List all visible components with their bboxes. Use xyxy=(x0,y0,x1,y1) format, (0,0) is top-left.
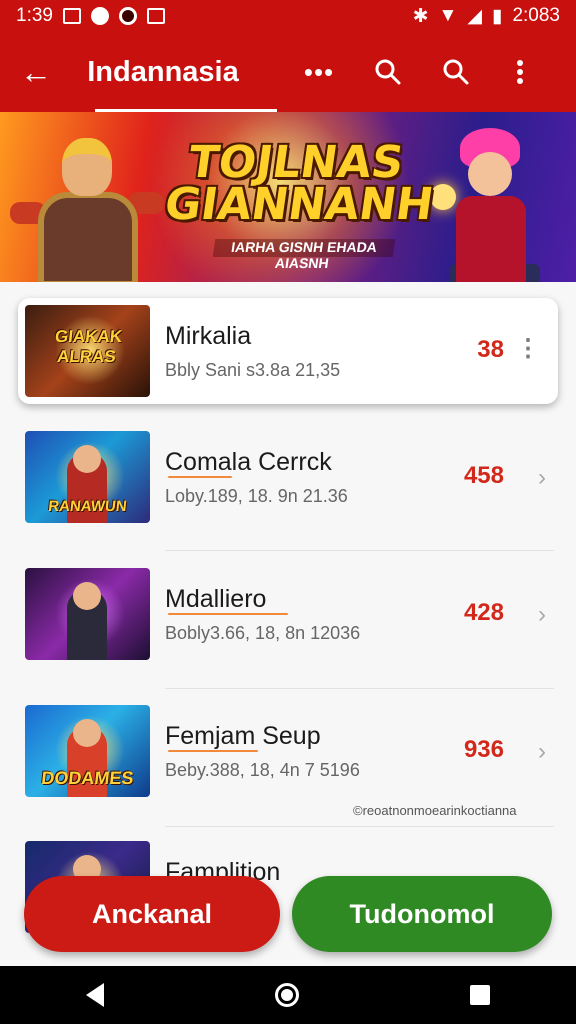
game-meta: Bobly3.66, 18, 8n 12036 xyxy=(165,623,361,643)
thumb-figure-head xyxy=(73,719,101,747)
thumbnail-label: DODAMES xyxy=(40,768,135,788)
game-name: Mdalliero xyxy=(165,585,267,613)
chevron-right-icon[interactable]: › xyxy=(538,464,546,492)
game-score: 936 xyxy=(463,736,504,763)
list-item[interactable]: RANAWUN Comala Cerrck Loby.189, 18. 9n 2… xyxy=(18,424,558,534)
banner-hero-right xyxy=(430,124,570,282)
primary-action-button[interactable]: Anckanal xyxy=(24,876,280,952)
nav-back-icon[interactable] xyxy=(85,983,104,1007)
watermark-text: ©reoatnonmoearinkoctianna xyxy=(353,803,517,818)
game-score: 428 xyxy=(463,599,504,626)
name-underline-decoration xyxy=(168,613,288,615)
thumb-figure-head xyxy=(73,582,101,610)
game-name: Comala Cerrck xyxy=(165,448,332,476)
game-score: 458 xyxy=(463,462,504,489)
back-button[interactable]: ← xyxy=(0,32,72,112)
hero-body xyxy=(38,192,138,282)
thumbnail-label: RANAWUN xyxy=(47,498,128,515)
nav-recents-icon[interactable] xyxy=(470,985,491,1005)
game-meta: Bbly Sani s3.8a 21,35 xyxy=(165,360,341,380)
secondary-action-label: Tudonomol xyxy=(349,898,495,929)
game-name: Femjam Seup xyxy=(165,722,321,750)
record-notification-icon xyxy=(118,7,137,25)
back-arrow-icon: ← xyxy=(20,53,52,90)
chevron-right-icon[interactable]: › xyxy=(538,601,546,629)
primary-action-label: Anckanal xyxy=(91,898,213,929)
hero-body xyxy=(456,196,526,282)
name-underline-decoration xyxy=(168,750,258,752)
list-item[interactable]: DODAMES Femjam Seup Beby.388, 18, 4n 7 5… xyxy=(18,698,558,808)
more-vertical-icon xyxy=(517,60,523,84)
page-title: Indannasia xyxy=(87,55,239,88)
banner-hero-left xyxy=(10,122,164,282)
game-meta: Beby.388, 18, 4n 7 5196 xyxy=(165,760,360,780)
battery-icon: ▮ xyxy=(491,5,503,27)
thumbnail-label: GIAKAK ALRAS xyxy=(54,327,124,366)
banner-subtitle: IARHA GISNH EHADA AIASNH xyxy=(212,239,396,271)
bluetooth-icon: ✱ xyxy=(412,5,429,27)
battery-text: 2:083 xyxy=(512,5,560,26)
divider xyxy=(165,550,554,551)
game-thumbnail: RANAWUN xyxy=(25,431,150,523)
divider xyxy=(165,688,554,689)
name-underline-decoration xyxy=(168,476,232,478)
thumb-figure-head xyxy=(73,445,101,473)
game-thumbnail xyxy=(25,568,150,660)
game-meta: Loby.189, 18. 9n 21.36 xyxy=(165,486,348,506)
mail-notification-icon xyxy=(62,8,81,24)
item-menu-icon[interactable]: ⋮ xyxy=(516,334,540,363)
game-score: 38 xyxy=(477,336,504,363)
banner-title-line2: GIANNANH xyxy=(161,179,437,230)
wifi-icon: ▼ xyxy=(438,5,458,26)
search-icon xyxy=(443,59,469,85)
system-nav-bar xyxy=(0,966,576,1024)
featured-banner[interactable]: TOJLNAS GIANNANH IARHA GISNH EHADA AIASN… xyxy=(0,112,576,282)
list-item[interactable]: GIAKAK ALRAS Mirkalia Bbly Sani s3.8a 21… xyxy=(18,298,558,404)
search-icon xyxy=(375,59,401,85)
search-button[interactable] xyxy=(354,32,422,112)
game-name: Mirkalia xyxy=(165,322,252,350)
status-bar: 1:39 ✱ ▼ ◢ ▮ 2:083 xyxy=(0,0,576,32)
banner-title-line1: TOJLNAS xyxy=(185,137,407,188)
alert-notification-icon xyxy=(90,7,109,25)
grid-notification-icon xyxy=(146,8,165,24)
divider xyxy=(165,826,554,827)
search-button-2[interactable] xyxy=(422,32,490,112)
list-item[interactable]: Mdalliero Bobly3.66, 18, 8n 12036 428 › xyxy=(18,561,558,671)
more-horizontal-button[interactable]: ••• xyxy=(284,32,354,112)
signal-icon: ◢ xyxy=(467,5,482,27)
game-thumbnail: GIAKAK ALRAS xyxy=(25,305,150,397)
status-time: 1:39 xyxy=(16,5,53,26)
chevron-right-icon[interactable]: › xyxy=(538,738,546,766)
title-tab[interactable]: Indannasia xyxy=(72,32,254,112)
overflow-menu-button[interactable] xyxy=(490,32,550,112)
banner-title: TOJLNAS GIANNANH xyxy=(161,137,437,230)
nav-home-icon[interactable] xyxy=(274,983,299,1007)
hero-head xyxy=(468,152,512,196)
game-thumbnail: DODAMES xyxy=(25,705,150,797)
hero-head xyxy=(62,138,112,196)
secondary-action-button[interactable]: Tudonomol xyxy=(292,876,552,952)
more-horizontal-icon: ••• xyxy=(303,56,335,87)
app-bar: ← Indannasia ••• xyxy=(0,32,576,112)
game-list: GIAKAK ALRAS Mirkalia Bbly Sani s3.8a 21… xyxy=(0,282,576,972)
